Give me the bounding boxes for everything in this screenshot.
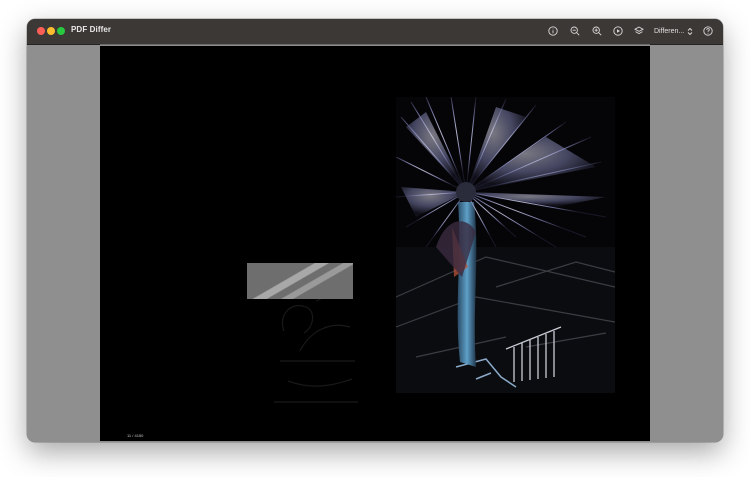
layers-icon[interactable] [633,25,645,37]
right-margin [650,45,723,442]
diff-mode-label: Differen... [654,27,685,35]
play-icon[interactable] [612,25,624,37]
diff-mode-select[interactable]: Differen... [654,25,693,37]
zoom-out-icon[interactable] [569,25,581,37]
zoom-in-icon[interactable] [591,25,603,37]
chevron-up-down-icon [687,27,693,35]
left-margin [27,45,100,442]
diff-image-palm-tree [396,97,615,393]
toolbar-divider [100,44,650,45]
title-bar: PDF Differ Differen... [27,19,723,45]
app-title: PDF Differ [71,25,112,34]
page-indicator: 11 / 4150 [127,433,144,438]
pdf-diff-page[interactable]: 11 / 4150 [100,46,650,441]
app-window: PDF Differ Differen... 11 / 4150 [27,19,723,442]
minimize-window-button[interactable] [47,27,55,35]
close-window-button[interactable] [37,27,45,35]
info-icon[interactable] [547,25,559,37]
changed-region-highlight [247,263,353,299]
zoom-window-button[interactable] [57,27,65,35]
help-icon[interactable] [702,25,714,37]
